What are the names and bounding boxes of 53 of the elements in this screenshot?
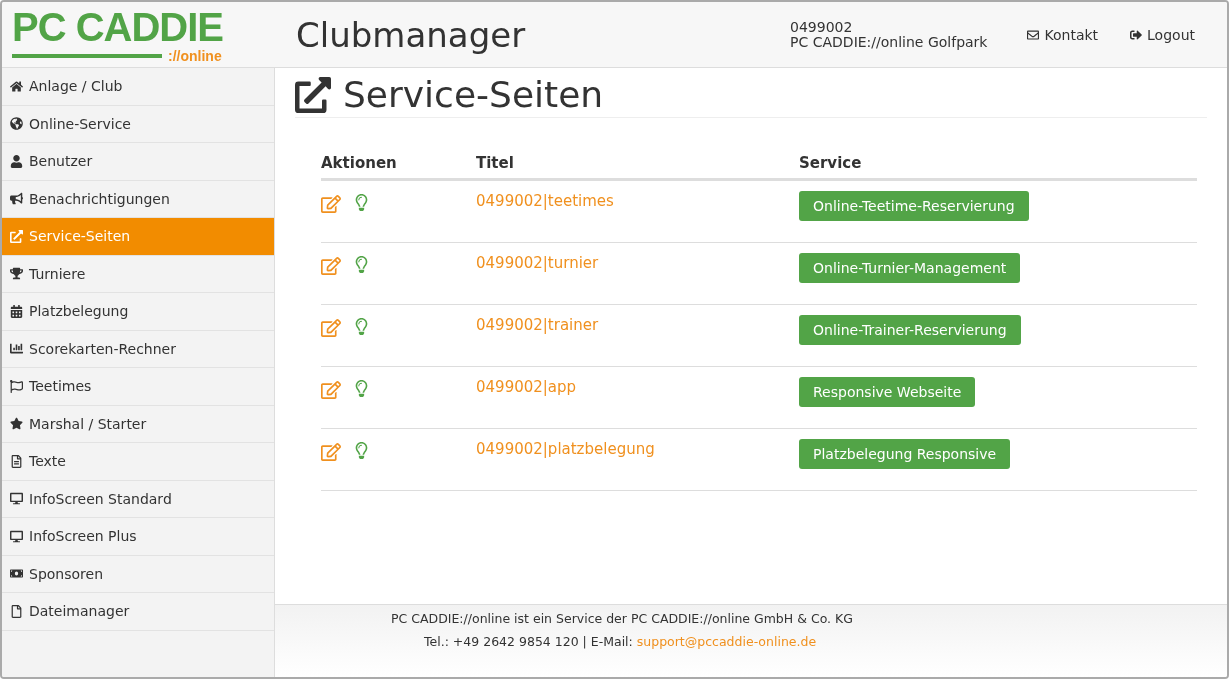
lightbulb-icon[interactable] — [353, 380, 370, 397]
logout-link[interactable]: Logout — [1130, 26, 1195, 43]
document-icon — [10, 454, 23, 468]
edit-icon[interactable] — [321, 194, 341, 214]
footer-contact: Tel.: +49 2642 9854 120 | E-Mail: support@pccaddie-online.de — [424, 634, 817, 649]
account-id: 0499002 — [790, 19, 854, 35]
sidebar-item[interactable]: InfoScreen Plus — [2, 518, 274, 556]
lightbulb-icon[interactable] — [353, 194, 370, 211]
logo-text: PC CADDIE — [12, 5, 225, 48]
sidebar-item[interactable]: Benutzer — [2, 143, 274, 181]
sidebar-item[interactable]: Anlage / Club — [2, 68, 274, 106]
logo-suffix: ://online — [168, 47, 222, 64]
lightbulb-icon[interactable] — [353, 318, 370, 335]
calendar-icon — [10, 304, 23, 318]
file-icon — [10, 604, 23, 618]
footer-text: PC CADDIE://online ist ein Service der PC CADDIE://online GmbH & Co. KG — [391, 611, 853, 626]
page-title: Service-Seiten — [295, 74, 1207, 118]
app-title: Clubmanager — [296, 14, 527, 55]
user-icon — [10, 154, 23, 168]
external-link-icon — [10, 229, 23, 243]
edit-icon[interactable] — [321, 318, 341, 338]
megaphone-icon — [10, 192, 23, 206]
edit-icon[interactable] — [321, 442, 341, 462]
globe-icon — [10, 117, 23, 131]
sign-out-icon — [1130, 28, 1143, 41]
lightbulb-icon[interactable] — [353, 442, 370, 459]
external-link-icon — [295, 76, 331, 113]
sidebar-item[interactable]: Marshal / Starter — [2, 405, 274, 443]
column-header: Service — [799, 148, 1197, 180]
sidebar-item[interactable]: InfoScreen Standard — [2, 480, 274, 518]
monitor-icon — [10, 529, 23, 543]
sidebar-item[interactable]: Platzbelegung — [2, 293, 274, 331]
column-header: Titel — [476, 148, 799, 180]
edit-icon[interactable] — [321, 380, 341, 400]
sidebar-item[interactable]: Dateimanager — [2, 593, 274, 631]
monitor-icon — [10, 492, 23, 506]
contact-link[interactable]: Kontakt — [1027, 26, 1099, 43]
flag-icon — [10, 379, 23, 393]
column-header: Aktionen — [321, 148, 476, 180]
sidebar-item[interactable]: Scorekarten-Rechner — [2, 330, 274, 368]
sidebar-item[interactable]: Sponsoren — [2, 555, 274, 593]
sidebar-item[interactable]: Online-Service — [2, 105, 274, 143]
envelope-icon — [1027, 28, 1040, 41]
home-icon — [10, 79, 23, 93]
bar-chart-icon — [10, 342, 23, 356]
trophy-icon — [10, 267, 23, 281]
edit-icon[interactable] — [321, 256, 341, 276]
sidebar-item[interactable]: Turniere — [2, 255, 274, 293]
sidebar-item[interactable]: Teetimes — [2, 368, 274, 406]
lightbulb-icon[interactable] — [353, 256, 370, 273]
account-name: PC CADDIE://online Golfpark — [790, 34, 988, 50]
star-icon — [10, 417, 23, 431]
sidebar-item[interactable]: Texte — [2, 443, 274, 481]
